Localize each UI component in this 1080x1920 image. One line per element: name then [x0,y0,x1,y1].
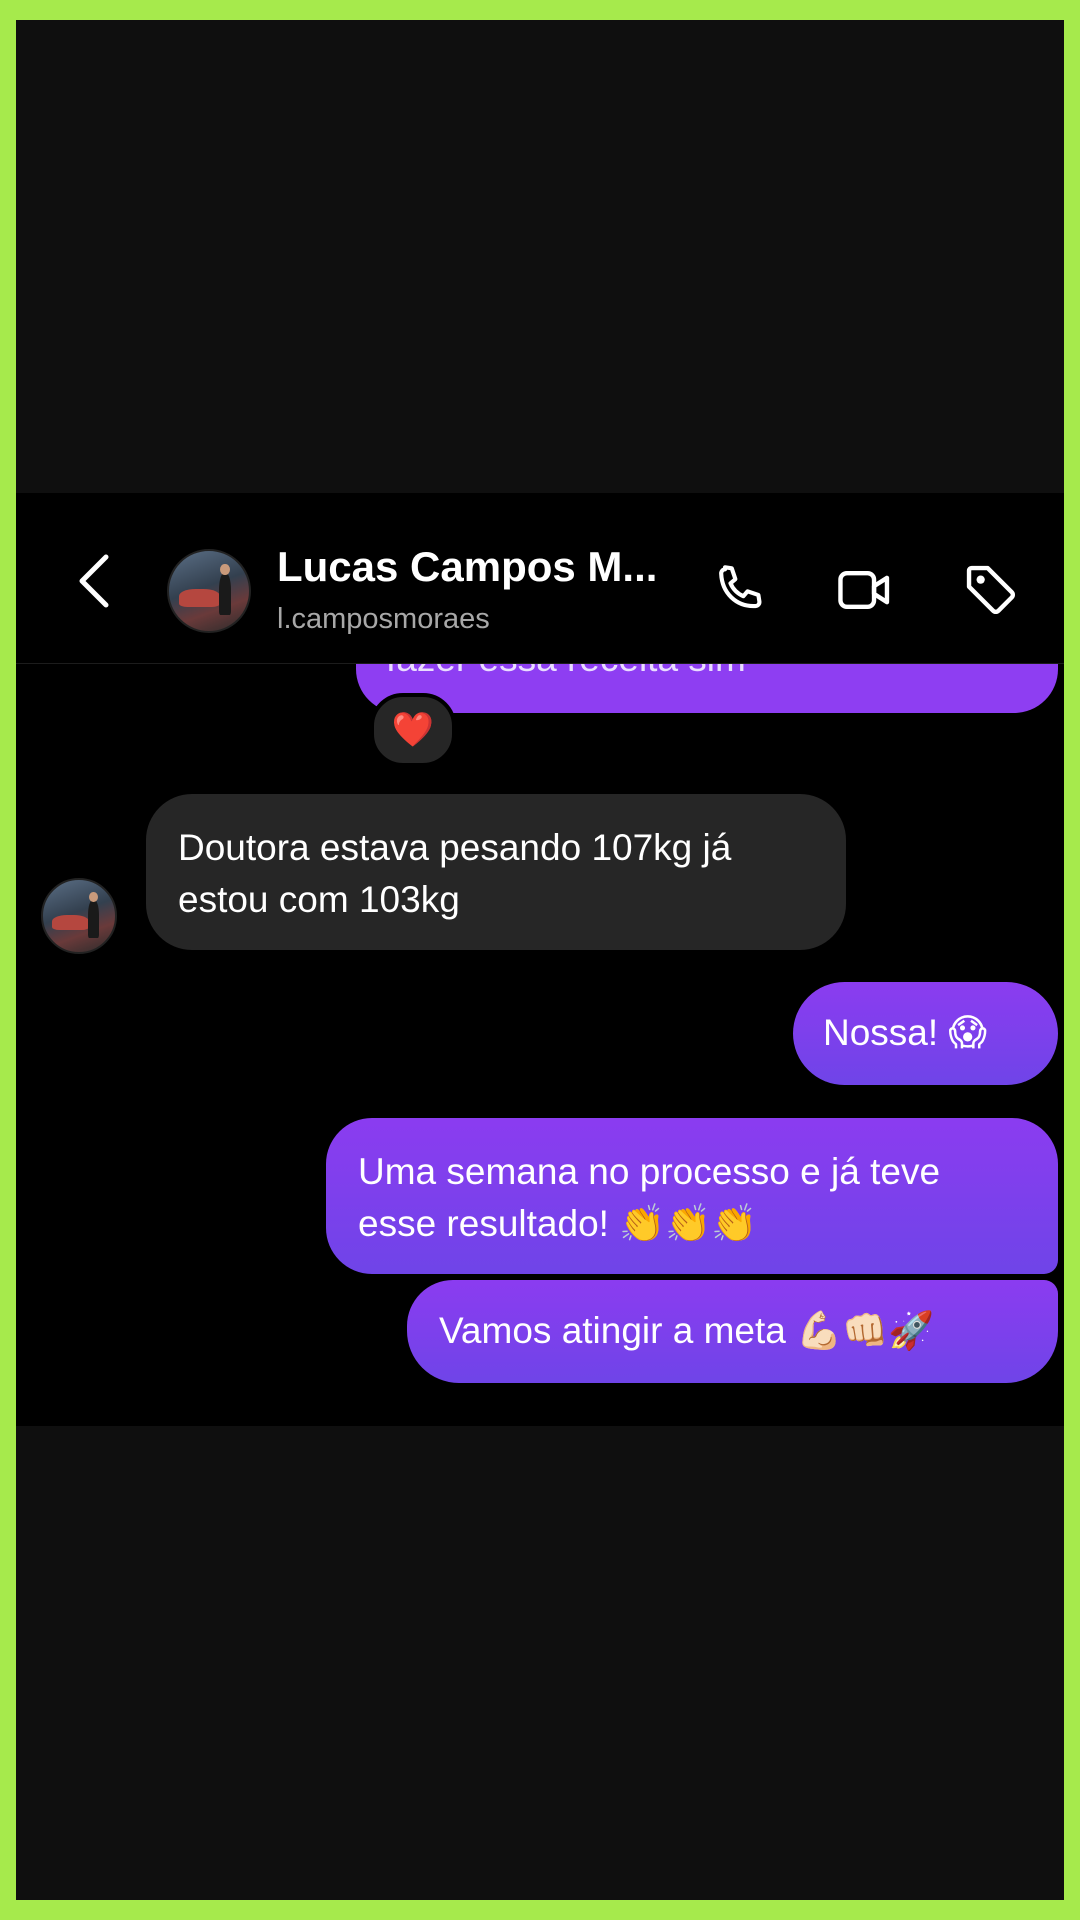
message-received-bubble[interactable]: Doutora estava pesando 107kg já estou co… [146,794,846,950]
message-text: Uma semana no processo e já teve esse re… [358,1151,941,1244]
message-sent-bubble[interactable]: Vamos atingir a meta 💪🏻👊🏻🚀 [407,1280,1058,1383]
message-text: Vamos atingir a meta 💪🏻👊🏻🚀 [439,1310,935,1351]
contact-name[interactable]: Lucas Campos M... [277,543,707,591]
chat-screen: Lucas Campos M... l.camposmoraes fazer e… [16,493,1064,1426]
video-camera-icon[interactable] [834,559,896,621]
message-text: Doutora estava pesando 107kg já estou co… [178,827,732,920]
chat-header: Lucas Campos M... l.camposmoraes [16,493,1064,664]
heart-reaction-icon[interactable]: ❤️ [370,693,456,767]
phone-icon[interactable] [708,559,770,621]
chevron-left-icon[interactable] [74,551,114,611]
sender-avatar[interactable] [41,878,117,954]
tag-icon[interactable] [960,559,1022,621]
message-sent-bubble[interactable]: Uma semana no processo e já teve esse re… [326,1118,1058,1274]
contact-avatar[interactable] [167,549,251,633]
reaction-emoji: ❤️ [391,711,435,749]
contact-handle[interactable]: l.camposmoraes [277,603,490,636]
message-text: Nossa! 😱 [823,1012,988,1053]
message-sent-bubble[interactable]: Nossa! 😱 [793,982,1058,1085]
